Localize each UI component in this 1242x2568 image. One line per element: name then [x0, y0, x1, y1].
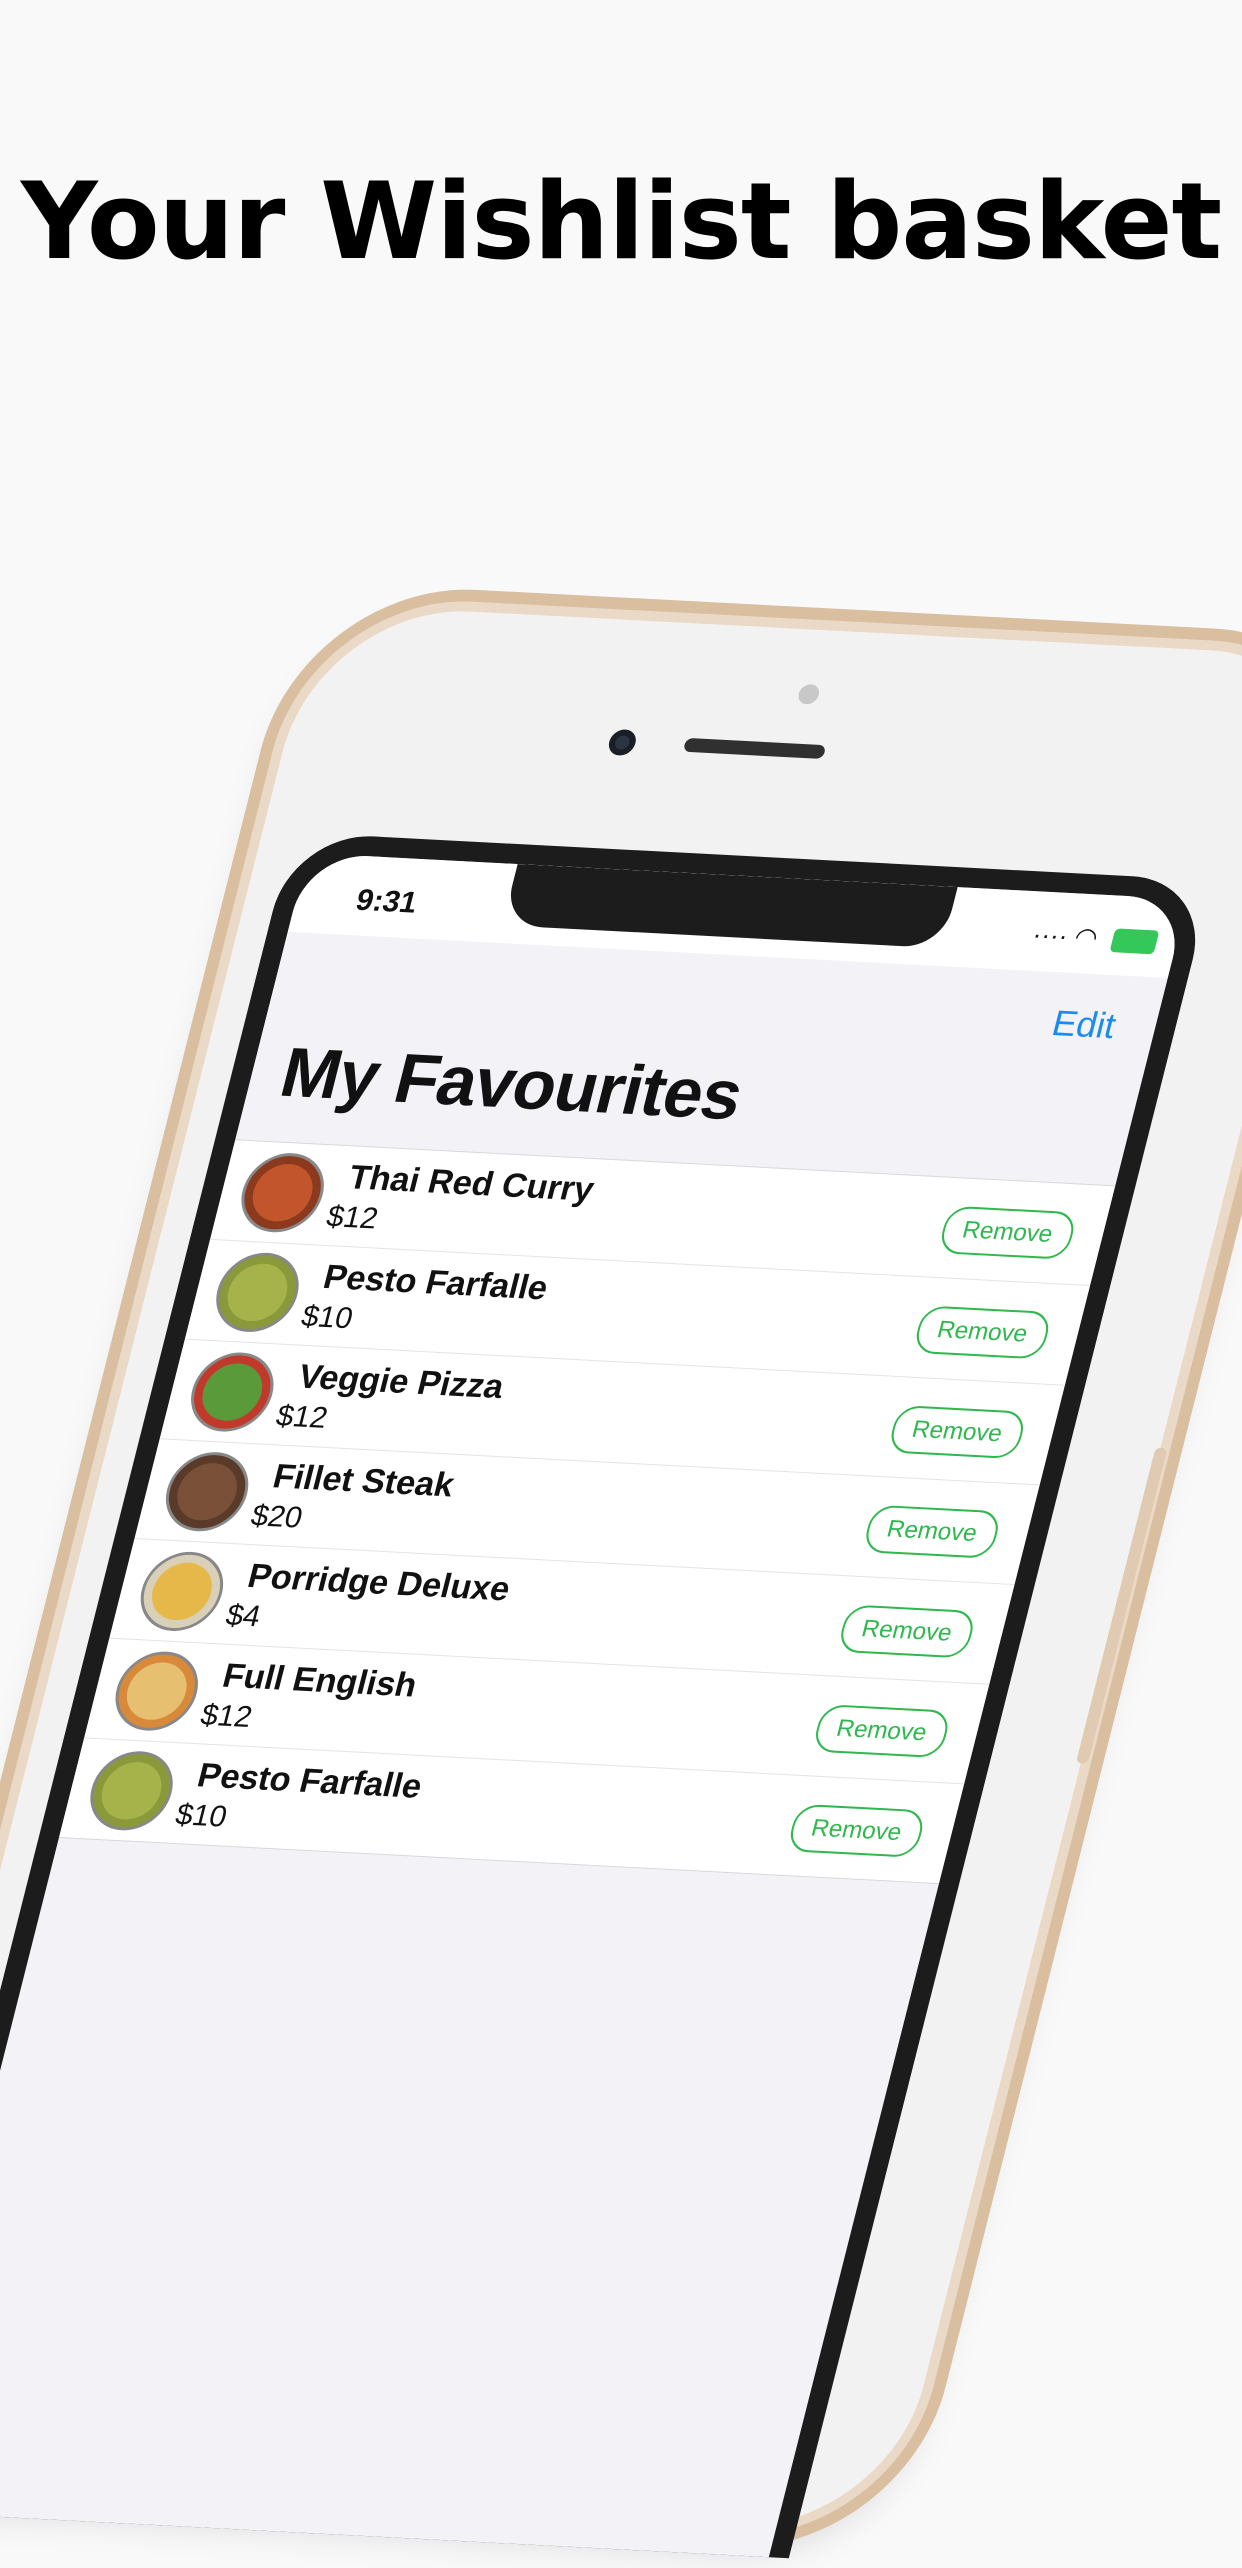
food-thumbnail: [232, 1151, 333, 1235]
item-name: Fillet Steak: [269, 1457, 459, 1505]
status-time: 9:31: [352, 883, 421, 920]
signal-icon: ····: [1029, 919, 1072, 951]
food-thumbnail: [131, 1549, 232, 1634]
item-price: $20: [247, 1499, 306, 1535]
food-thumbnail: [106, 1649, 207, 1733]
proximity-sensor: [796, 683, 822, 705]
edit-button[interactable]: Edit: [1048, 1002, 1120, 1047]
item-name: Thai Red Curry: [344, 1158, 598, 1209]
item-name: Full English: [218, 1656, 421, 1705]
food-photo-icon: [120, 1660, 193, 1722]
favourites-list: Thai Red Curry $12 Remove Pesto Farfalle $10…: [58, 1139, 1116, 1885]
item-name: Pesto Farfalle: [193, 1756, 427, 1806]
food-thumbnail: [157, 1450, 258, 1534]
food-photo-icon: [221, 1262, 294, 1323]
remove-button[interactable]: Remove: [836, 1604, 978, 1659]
item-price: $10: [297, 1299, 357, 1336]
promo-headline: Your Wishlist basket: [20, 160, 1222, 283]
food-photo-icon: [145, 1561, 219, 1622]
wifi-icon: ◠: [1071, 921, 1102, 953]
earpiece-speaker: [682, 737, 827, 760]
item-name: Porridge Deluxe: [243, 1557, 515, 1609]
food-thumbnail: [81, 1749, 182, 1833]
remove-button[interactable]: Remove: [861, 1504, 1003, 1559]
page-title: My Favourites: [273, 1033, 751, 1135]
food-thumbnail: [182, 1350, 283, 1434]
item-name: Pesto Farfalle: [319, 1258, 552, 1308]
front-camera-icon: [606, 729, 639, 757]
food-photo-icon: [170, 1461, 244, 1522]
item-price: $10: [172, 1798, 231, 1834]
item-price: $12: [272, 1399, 332, 1435]
remove-button[interactable]: Remove: [936, 1205, 1079, 1260]
remove-button[interactable]: Remove: [886, 1404, 1028, 1460]
remove-button[interactable]: Remove: [810, 1704, 953, 1759]
food-photo-icon: [196, 1361, 269, 1423]
item-name: Veggie Pizza: [294, 1357, 508, 1407]
food-photo-icon: [246, 1162, 319, 1223]
remove-button[interactable]: Remove: [911, 1305, 1053, 1360]
battery-icon: [1109, 928, 1160, 955]
status-icons: ···· ◠: [1029, 919, 1161, 956]
remove-button[interactable]: Remove: [785, 1803, 928, 1858]
item-price: $4: [222, 1598, 265, 1634]
phone-mockup: 9:31 ···· ◠ Edit My Favourites Thai Red …: [0, 600, 1242, 2559]
food-photo-icon: [95, 1760, 168, 1821]
item-price: $12: [323, 1200, 382, 1236]
food-thumbnail: [207, 1250, 308, 1334]
item-price: $12: [197, 1698, 256, 1734]
